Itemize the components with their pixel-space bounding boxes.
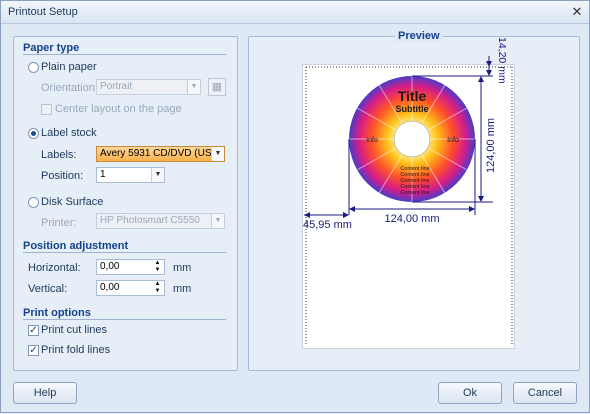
cancel-button[interactable]: Cancel [513, 382, 577, 404]
disc-info-left: Info [366, 137, 378, 144]
dim-left-offset: 45,95 mm [303, 219, 352, 231]
dim-top-offset: 14,20 mm [496, 37, 508, 84]
preview-canvas: Title Subtitle Info Info Content line Co… [303, 37, 513, 346]
disc-info-right: Info [447, 137, 459, 144]
disc-content-line: Content line [400, 190, 429, 196]
dim-height: 124,00 mm [485, 118, 497, 173]
disc-subtitle: Subtitle [396, 104, 429, 114]
dim-width: 124,00 mm [384, 213, 439, 225]
printout-setup-dialog: Printout Setup ✕ Paper type Plain paper … [0, 0, 590, 413]
disc-title: Title [398, 88, 427, 104]
disc-hole [393, 120, 431, 158]
ok-button[interactable]: Ok [438, 382, 502, 404]
help-button[interactable]: Help [13, 382, 77, 404]
